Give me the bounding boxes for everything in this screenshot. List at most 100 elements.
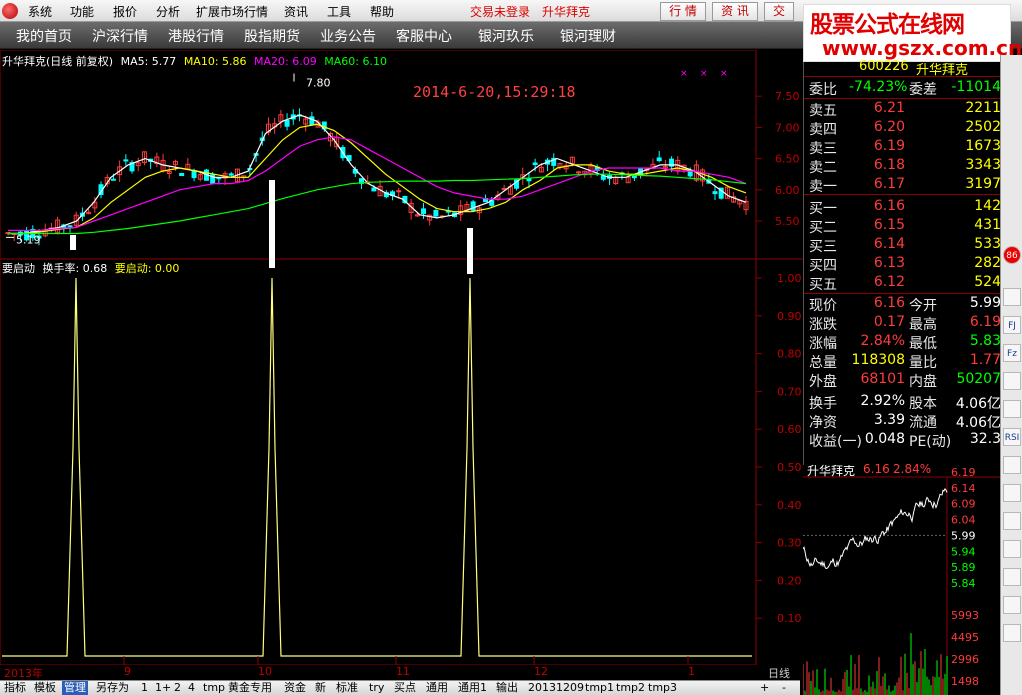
buy-row[interactable]: 买四 6.13 282: [807, 255, 1001, 274]
weibi-label: 委比: [809, 82, 837, 98]
stat-value2: 50207: [956, 371, 1001, 387]
sell-row[interactable]: 卖三 6.19 1673: [807, 138, 1001, 157]
tab-1plus[interactable]: 1+: [153, 681, 173, 695]
nav-hk-market[interactable]: 港股行情: [168, 26, 224, 46]
tab-new[interactable]: 新: [313, 681, 328, 695]
tab-gold[interactable]: 黄金专用: [226, 681, 274, 695]
nav-yinhe-finance[interactable]: 银河理财: [560, 26, 616, 46]
tab-4[interactable]: 4: [186, 681, 197, 695]
tab-try[interactable]: try: [367, 681, 386, 695]
nav-index-futures[interactable]: 股指期货: [244, 26, 300, 46]
tab-tmp[interactable]: tmp: [201, 681, 227, 695]
sell-row[interactable]: 卖五 6.21 2211: [807, 100, 1001, 119]
login-status[interactable]: 交易未登录: [470, 3, 530, 20]
tab-tmp3[interactable]: tmp3: [646, 681, 679, 695]
toolbar-tool-icon[interactable]: FJ: [1003, 316, 1021, 334]
sell-volume: 3343: [965, 157, 1001, 173]
indicator-axis-label: 0.30: [777, 537, 802, 550]
menu-news[interactable]: 资讯: [284, 3, 308, 20]
tab-20131209[interactable]: 20131209: [526, 681, 586, 695]
sell-row[interactable]: 卖四 6.20 2502: [807, 119, 1001, 138]
sell-volume: 3197: [965, 176, 1001, 192]
buy-label: 买五: [809, 277, 837, 293]
buy-price: 6.13: [873, 255, 905, 271]
nav-hs-market[interactable]: 沪深行情: [92, 26, 148, 46]
zoom-out-button[interactable]: -: [780, 681, 788, 695]
buy-row[interactable]: 买一 6.16 142: [807, 198, 1001, 217]
menu-quote[interactable]: 报价: [113, 3, 137, 20]
candle-body: [687, 170, 693, 177]
tab-general[interactable]: 通用: [424, 681, 450, 695]
toolbar-tool-icon[interactable]: RSI: [1003, 428, 1021, 446]
buy-row[interactable]: 买二 6.15 431: [807, 217, 1001, 236]
turnover-label: 换手率: 0.68: [42, 262, 108, 275]
buy-label: 买三: [809, 239, 837, 255]
nav-customer-service[interactable]: 客服中心: [396, 26, 452, 46]
menu-system[interactable]: 系统: [28, 3, 52, 20]
tab-general1[interactable]: 通用1: [456, 681, 489, 695]
toolbar-tool-icon[interactable]: [1003, 596, 1021, 614]
nav-my-home[interactable]: 我的首页: [16, 26, 72, 46]
tab-tmp1[interactable]: tmp1: [583, 681, 616, 695]
toolbar-tool-icon[interactable]: [1003, 372, 1021, 390]
stat-value: 3.39: [873, 412, 905, 428]
stat-label2: 股本: [909, 396, 937, 412]
toolbar-tool-icon[interactable]: [1003, 456, 1021, 474]
toolbar-tool-icon[interactable]: Fz: [1003, 344, 1021, 362]
stat-label: 外盘: [809, 374, 837, 390]
intraday-mini-chart[interactable]: 升华拜克 6.16 2.84% 6.19 6.14 6.09 6.04 5.99 5.94…: [803, 462, 1000, 695]
mini-price-label: 6.14: [951, 482, 976, 495]
stat-label2: 量比: [909, 355, 937, 371]
stat-value2: 5.83: [969, 333, 1001, 349]
menu-tools[interactable]: 工具: [327, 3, 351, 20]
candle-body: [371, 187, 377, 192]
menu-function[interactable]: 功能: [70, 3, 94, 20]
menu-help[interactable]: 帮助: [370, 3, 394, 20]
buy-row[interactable]: 买五 6.12 524: [807, 274, 1001, 293]
stat-value: 2.92%: [860, 393, 905, 409]
period-label[interactable]: 日线: [768, 665, 790, 681]
toolbar-tool-icon[interactable]: [1003, 512, 1021, 530]
trade-button[interactable]: 交: [764, 2, 794, 21]
y-axis-label: 7.50: [775, 90, 800, 103]
sell-row[interactable]: 卖二 6.18 3343: [807, 157, 1001, 176]
tab-save-as[interactable]: 另存为: [94, 681, 131, 695]
zoom-in-button[interactable]: +: [758, 681, 771, 695]
tab-manage[interactable]: 管理: [62, 681, 88, 695]
y-axis-label: 6.50: [775, 153, 800, 166]
stat-label2: 最低: [909, 336, 937, 352]
nav-announcements[interactable]: 业务公告: [320, 26, 376, 46]
tab-buy-point[interactable]: 买点: [392, 681, 418, 695]
toolbar-tool-icon[interactable]: [1003, 568, 1021, 586]
tab-indicator[interactable]: 指标: [2, 681, 28, 695]
stat-row: 换手 2.92% 股本 4.06亿: [807, 393, 1001, 412]
stat-value: 118308: [851, 352, 905, 368]
toolbar-tool-icon[interactable]: 86: [1003, 246, 1021, 264]
sell-row[interactable]: 卖一 6.17 3197: [807, 176, 1001, 195]
candle-body: [228, 173, 234, 176]
kline-chart[interactable]: 7.50 7.00 6.50 6.00 5.50 7.80 5.19 2014-6-20,15…: [0, 50, 803, 665]
menu-analysis[interactable]: 分析: [156, 3, 180, 20]
mini-chart-canvas: 6.19 6.14 6.09 6.04 5.99 5.94 5.89 5.84 5993 4495…: [803, 466, 1000, 695]
toolbar-tool-icon[interactable]: [1003, 540, 1021, 558]
indicator-axis-label: 1.00: [777, 272, 802, 285]
tab-tmp2[interactable]: tmp2: [614, 681, 647, 695]
toolbar-tool-icon[interactable]: [1003, 484, 1021, 502]
tab-standard[interactable]: 标准: [334, 681, 360, 695]
toolbar-tool-icon[interactable]: [1003, 624, 1021, 642]
toolbar-tool-icon[interactable]: [1003, 288, 1021, 306]
toolbar-tool-icon[interactable]: [1003, 400, 1021, 418]
news-button[interactable]: 资 讯: [712, 2, 758, 21]
tab-1[interactable]: 1: [139, 681, 150, 695]
tab-2[interactable]: 2: [172, 681, 183, 695]
stat-label: 总量: [809, 355, 837, 371]
y-axis-label: 5.50: [775, 215, 800, 228]
tab-template[interactable]: 模板: [32, 681, 58, 695]
quote-button[interactable]: 行 情: [660, 2, 706, 21]
nav-yinhe-joy[interactable]: 银河玖乐: [478, 26, 534, 46]
menu-extended-market[interactable]: 扩展市场行情: [196, 3, 268, 20]
tab-output[interactable]: 输出: [494, 681, 520, 695]
sell-price: 6.17: [873, 176, 905, 192]
buy-row[interactable]: 买三 6.14 533: [807, 236, 1001, 255]
tab-funds[interactable]: 资金: [282, 681, 308, 695]
